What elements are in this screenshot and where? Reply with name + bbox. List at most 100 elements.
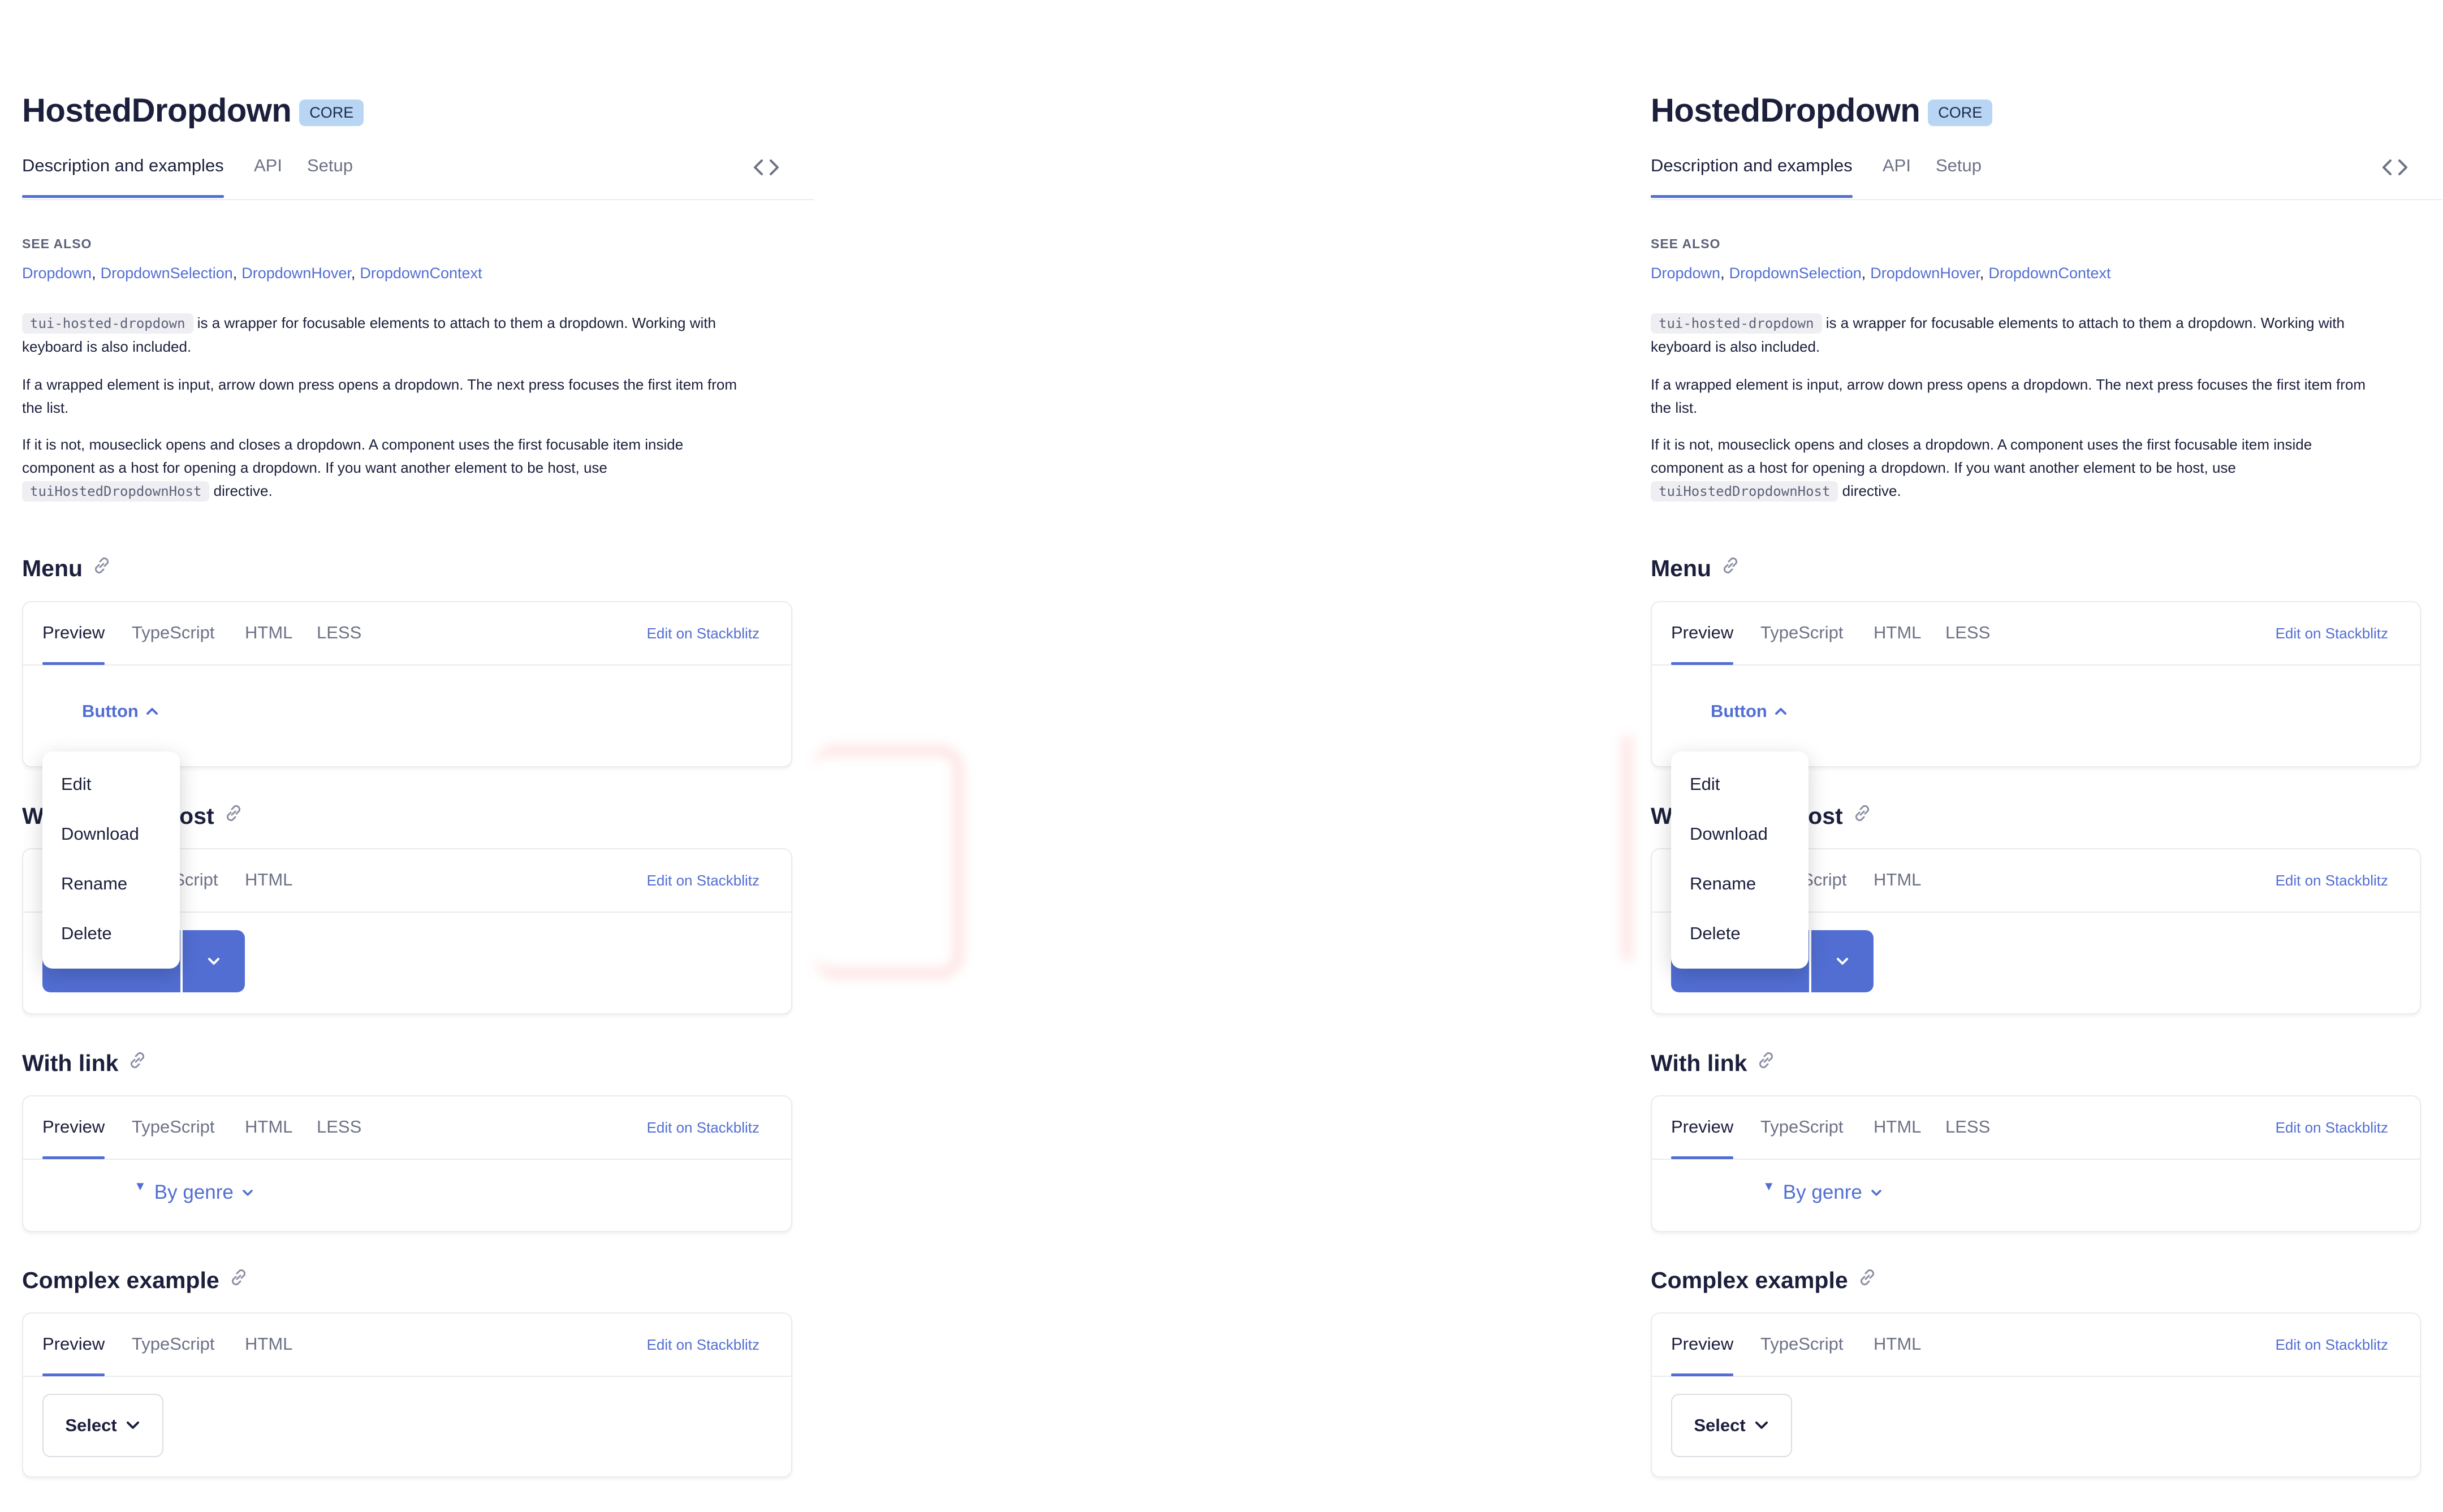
- tab-typescript[interactable]: TypeScript: [132, 623, 214, 643]
- chevron-up-icon: [1775, 708, 1786, 715]
- description-paragraph-2: If a wrapped element is input, arrow dow…: [1651, 373, 2421, 420]
- link-icon[interactable]: [1850, 801, 1875, 826]
- menu-dropdown-button[interactable]: Button: [82, 701, 159, 722]
- tab-preview[interactable]: Preview: [1671, 623, 1734, 665]
- tab-preview[interactable]: Preview: [1671, 1334, 1734, 1376]
- link-dropdown[interactable]: Dropdown: [1651, 265, 1720, 282]
- demo-tabs: Preview TypeScript HTML LESS Edit on Sta…: [23, 1096, 791, 1160]
- menu-item-download[interactable]: Download: [1690, 824, 1768, 844]
- link-label: By genre: [1782, 1181, 1862, 1203]
- tab-preview[interactable]: Preview: [42, 1117, 105, 1159]
- tab-typescript[interactable]: TypeScript: [1760, 623, 1843, 643]
- page-title: HostedDropdown: [1651, 92, 1920, 129]
- tab-typescript[interactable]: TypeScript: [1760, 1117, 1843, 1137]
- menu-item-rename[interactable]: Rename: [61, 874, 127, 894]
- tab-html[interactable]: HTML: [245, 623, 292, 643]
- tab-preview[interactable]: Preview: [42, 1334, 105, 1376]
- tab-html[interactable]: HTML: [245, 870, 292, 890]
- link-icon[interactable]: [221, 801, 246, 826]
- select-button[interactable]: Select: [1671, 1394, 1792, 1457]
- tab-less[interactable]: LESS: [1945, 1117, 1990, 1137]
- menu-item-edit[interactable]: Edit: [61, 774, 91, 794]
- tab-html[interactable]: HTML: [245, 1334, 292, 1354]
- tab-preview[interactable]: Preview: [42, 623, 105, 665]
- tab-html[interactable]: HTML: [245, 1117, 292, 1137]
- link-dropdown-context[interactable]: DropdownContext: [1988, 265, 2110, 282]
- edit-on-stackblitz-link[interactable]: Edit on Stackblitz: [647, 1119, 759, 1137]
- tab-html[interactable]: HTML: [1874, 623, 1921, 643]
- paragraph-text: directive.: [209, 482, 273, 499]
- page-tabs: Description and examples API Setup: [22, 153, 814, 200]
- link-dropdown-hover[interactable]: DropdownHover: [241, 265, 351, 282]
- code-brackets-icon[interactable]: [2380, 153, 2410, 182]
- by-genre-link[interactable]: ▼ By genre: [1763, 1179, 1883, 1204]
- menu-item-rename[interactable]: Rename: [1690, 874, 1756, 894]
- code-brackets-icon[interactable]: [752, 153, 781, 182]
- paragraph-text: is a wrapper for focusable elements to a…: [193, 314, 716, 331]
- paragraph-text: If a wrapped element is input, arrow dow…: [22, 376, 737, 393]
- see-also-label: SEE ALSO: [1651, 236, 1721, 251]
- ghost-artifact: [813, 746, 962, 977]
- demo-tabs: Preview TypeScript HTML LESS Edit on Sta…: [1652, 602, 2420, 666]
- tab-typescript[interactable]: TypeScript: [1760, 1334, 1843, 1354]
- tab-html[interactable]: HTML: [1874, 1334, 1921, 1354]
- link-dropdown-selection[interactable]: DropdownSelection: [1729, 265, 1862, 282]
- paragraph-text: If a wrapped element is input, arrow dow…: [1651, 376, 2366, 393]
- link-icon[interactable]: [1855, 1265, 1880, 1290]
- link-icon[interactable]: [89, 553, 114, 578]
- tab-typescript[interactable]: TypeScript: [132, 1117, 214, 1137]
- paragraph-text: directive.: [1838, 482, 1901, 499]
- tab-description[interactable]: Description and examples: [22, 155, 224, 198]
- ghost-artifact: [1623, 735, 1637, 961]
- paragraph-text: component as a host for opening a dropdo…: [1651, 459, 2236, 476]
- button-label: Select: [65, 1415, 117, 1435]
- link-icon[interactable]: [226, 1265, 251, 1290]
- by-genre-link[interactable]: ▼ By genre: [134, 1179, 254, 1204]
- dropdown-menu: Edit Download Rename Delete: [42, 751, 180, 969]
- select-button[interactable]: Select: [42, 1394, 163, 1457]
- edit-on-stackblitz-link[interactable]: Edit on Stackblitz: [647, 625, 759, 642]
- menu-item-delete[interactable]: Delete: [61, 923, 112, 944]
- tab-less[interactable]: LESS: [317, 1117, 361, 1137]
- chevron-down-icon: [1871, 1190, 1881, 1196]
- paragraph-text: the list.: [1651, 399, 1698, 416]
- tab-api[interactable]: API: [254, 155, 282, 176]
- menu-item-download[interactable]: Download: [61, 824, 139, 844]
- tab-setup[interactable]: Setup: [307, 155, 353, 176]
- menu-item-delete[interactable]: Delete: [1690, 923, 1741, 944]
- tab-description[interactable]: Description and examples: [1651, 155, 1853, 198]
- link-dropdown-selection[interactable]: DropdownSelection: [101, 265, 233, 282]
- split-button-arrow[interactable]: [183, 930, 245, 992]
- section-title-with-link: With link: [22, 1050, 150, 1077]
- link-icon[interactable]: [125, 1048, 150, 1073]
- link-dropdown[interactable]: Dropdown: [22, 265, 92, 282]
- link-icon[interactable]: [1718, 553, 1743, 578]
- inline-code: tuiHostedDropdownHost: [1651, 481, 1838, 502]
- section-title-text: Menu: [1651, 555, 1712, 581]
- tab-api[interactable]: API: [1883, 155, 1911, 176]
- link-icon[interactable]: [1754, 1048, 1779, 1073]
- edit-on-stackblitz-link[interactable]: Edit on Stackblitz: [2276, 625, 2388, 642]
- core-badge: CORE: [1928, 100, 1993, 126]
- button-label: Button: [1711, 701, 1767, 721]
- tab-setup[interactable]: Setup: [1936, 155, 1982, 176]
- tab-typescript[interactable]: TypeScript: [132, 1334, 214, 1354]
- chevron-down-icon: [1755, 1422, 1768, 1429]
- tab-less[interactable]: LESS: [317, 623, 361, 643]
- edit-on-stackblitz-link[interactable]: Edit on Stackblitz: [647, 872, 759, 889]
- tab-less[interactable]: LESS: [1945, 623, 1990, 643]
- tab-html[interactable]: HTML: [1874, 870, 1921, 890]
- edit-on-stackblitz-link[interactable]: Edit on Stackblitz: [647, 1336, 759, 1354]
- link-dropdown-hover[interactable]: DropdownHover: [1870, 265, 1980, 282]
- menu-item-edit[interactable]: Edit: [1690, 774, 1720, 794]
- link-dropdown-context[interactable]: DropdownContext: [360, 265, 482, 282]
- menu-dropdown-button[interactable]: Button: [1711, 701, 1788, 722]
- docs-panel-left: HostedDropdown CORE Description and exam…: [0, 0, 814, 1512]
- split-button-arrow[interactable]: [1811, 930, 1874, 992]
- tab-html[interactable]: HTML: [1874, 1117, 1921, 1137]
- edit-on-stackblitz-link[interactable]: Edit on Stackblitz: [2276, 1119, 2388, 1137]
- edit-on-stackblitz-link[interactable]: Edit on Stackblitz: [2276, 1336, 2388, 1354]
- chevron-up-icon: [146, 708, 158, 715]
- tab-preview[interactable]: Preview: [1671, 1117, 1734, 1159]
- edit-on-stackblitz-link[interactable]: Edit on Stackblitz: [2276, 872, 2388, 889]
